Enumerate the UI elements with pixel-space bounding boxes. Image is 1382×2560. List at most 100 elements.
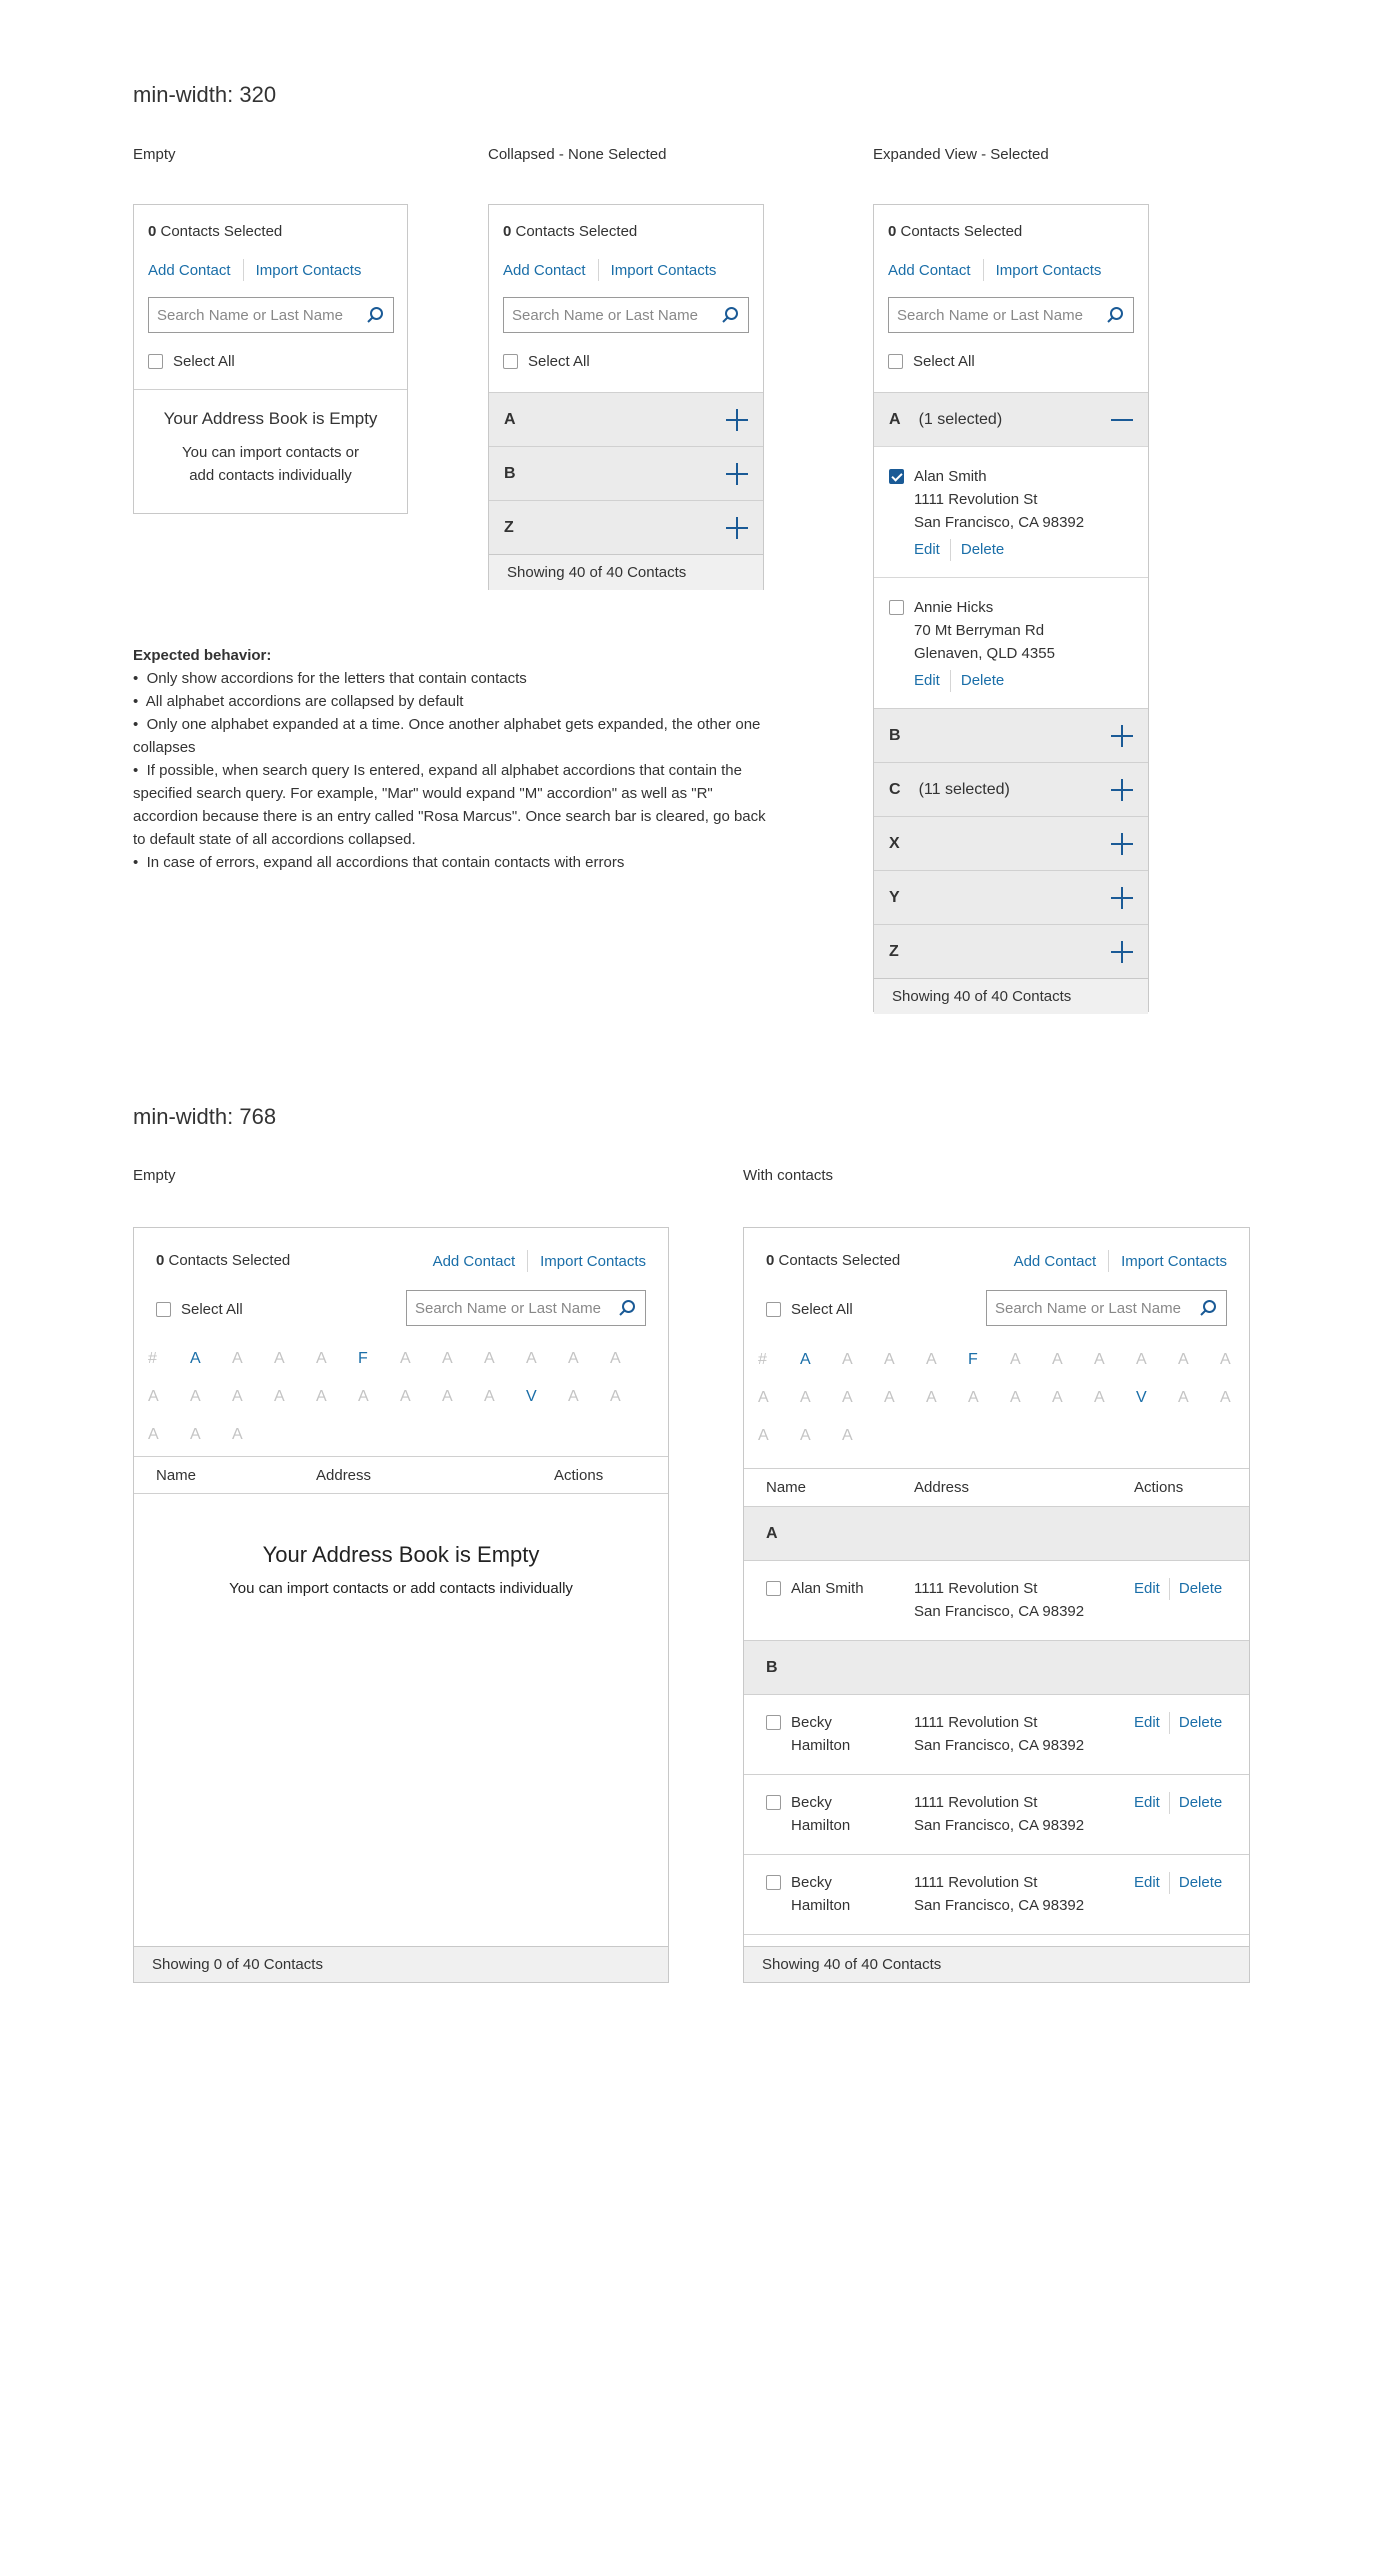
import-contacts-link[interactable]: Import Contacts [540,1253,646,1270]
alphabet-letter: A [968,1389,979,1406]
select-all-checkbox[interactable] [156,1302,171,1317]
row-checkbox[interactable] [766,1581,781,1596]
search-box [986,1290,1227,1326]
accordion-b[interactable]: B [489,446,763,500]
alphabet-letter[interactable]: A [800,1341,842,1379]
alphabet-letter: A [1220,1389,1231,1406]
search-icon[interactable] [1198,1298,1218,1318]
search-input[interactable] [897,306,1105,324]
alphabet-letter[interactable]: V [1136,1379,1178,1417]
select-all-checkbox[interactable] [888,354,903,369]
divider [949,538,951,561]
delete-link[interactable]: Delete [1179,1577,1222,1600]
edit-link[interactable]: Edit [1134,1711,1160,1734]
search-box [148,297,394,333]
delete-link[interactable]: Delete [961,669,1004,692]
edit-link[interactable]: Edit [914,538,940,561]
accordion-a[interactable]: A [489,392,763,446]
plus-icon[interactable] [1111,886,1133,909]
empty-title: Your Address Book is Empty [163,409,378,428]
accordion-b[interactable]: B [874,708,1148,762]
column-header-address: Address [914,1479,970,1496]
select-all[interactable]: Select All [148,353,235,370]
row-checkbox[interactable] [766,1795,781,1810]
edit-link[interactable]: Edit [914,669,940,692]
contact-address: 1111 Revolution St San Francisco, CA 9839… [914,1714,1085,1754]
selected-count: 0 Contacts Selected [766,1252,901,1269]
select-all[interactable]: Select All [503,353,590,370]
address-book-panel-tablet-contacts: 0 Contacts Selected Add Contact Import C… [743,1227,1250,1983]
delete-link[interactable]: Delete [1179,1711,1222,1734]
plus-icon[interactable] [1111,778,1133,801]
add-contact-link[interactable]: Add Contact [1014,1253,1097,1270]
select-all[interactable]: Select All [888,353,975,370]
search-icon[interactable] [365,305,385,325]
minus-icon[interactable] [1111,409,1133,431]
alphabet-letter: A [568,1388,579,1405]
selected-count-badge: (1 selected) [918,410,1003,428]
plus-icon[interactable] [1111,832,1133,855]
search-input[interactable] [512,306,720,324]
accordion-z[interactable]: Z [874,924,1148,978]
delete-link[interactable]: Delete [1179,1871,1222,1894]
import-contacts-link[interactable]: Import Contacts [256,262,362,279]
row-checkbox[interactable] [766,1875,781,1890]
edit-link[interactable]: Edit [1134,1577,1160,1600]
edit-link[interactable]: Edit [1134,1871,1160,1894]
alphabet-letter: A [190,1388,201,1405]
search-icon[interactable] [720,305,740,325]
import-contacts-link[interactable]: Import Contacts [1121,1253,1227,1270]
plus-icon[interactable] [726,462,748,485]
alphabet-letter: A [148,1388,159,1405]
contact-checkbox[interactable] [889,600,904,615]
row-checkbox[interactable] [766,1715,781,1730]
delete-link[interactable]: Delete [1179,1791,1222,1814]
alphabet-letter: A [484,1388,495,1405]
select-all-checkbox[interactable] [766,1302,781,1317]
plus-icon[interactable] [1111,940,1133,963]
accordion-c[interactable]: C (11 selected) [874,762,1148,816]
add-contact-link[interactable]: Add Contact [433,1253,516,1270]
table-row: Becky Hamilton 1111 Revolution St San Fra… [744,1775,1249,1855]
alphabet-letter[interactable]: A [190,1340,232,1378]
delete-link[interactable]: Delete [961,538,1004,561]
alphabet-letter: A [484,1350,495,1367]
search-input[interactable] [415,1299,617,1317]
search-icon[interactable] [617,1298,637,1318]
select-all[interactable]: Select All [766,1301,853,1318]
accordion-a-expanded[interactable]: A (1 selected) [874,392,1148,446]
search-input[interactable] [157,306,365,324]
plus-icon[interactable] [726,516,748,539]
header-links: Add Contact Import Contacts [148,259,361,281]
divider [1168,1791,1170,1814]
accordion-z[interactable]: Z [489,500,763,554]
alphabet-letter: A [568,1350,579,1367]
alphabet-letter: # [758,1351,767,1368]
alphabet-letter[interactable]: V [526,1378,568,1416]
add-contact-link[interactable]: Add Contact [148,262,231,279]
search-icon[interactable] [1105,305,1125,325]
alphabet-letter[interactable]: F [968,1341,1010,1379]
plus-icon[interactable] [726,408,748,431]
alphabet-letter: A [274,1388,285,1405]
accordion-x[interactable]: X [874,816,1148,870]
select-all-checkbox[interactable] [503,354,518,369]
edit-link[interactable]: Edit [1134,1791,1160,1814]
contact-actions: Edit Delete [914,669,1055,692]
import-contacts-link[interactable]: Import Contacts [996,262,1102,279]
search-input[interactable] [995,1299,1198,1317]
select-all[interactable]: Select All [156,1301,243,1318]
add-contact-link[interactable]: Add Contact [888,262,971,279]
alphabet-index: # A A A A F A A A A A A A A A A A A A A A V A A A A A [148,1340,652,1454]
notes-heading: Expected behavior: [133,647,272,664]
contact-checkbox[interactable] [889,469,904,484]
add-contact-link[interactable]: Add Contact [503,262,586,279]
alphabet-letter[interactable]: F [358,1340,400,1378]
accordion-y[interactable]: Y [874,870,1148,924]
contact-name: Becky Hamilton [791,1714,851,1754]
contact-address: 1111 Revolution St San Francisco, CA 9839… [914,1580,1085,1620]
plus-icon[interactable] [1111,724,1133,747]
table-row: Alan Smith 1111 Revolution St San Francis… [744,1561,1249,1641]
import-contacts-link[interactable]: Import Contacts [611,262,717,279]
select-all-checkbox[interactable] [148,354,163,369]
